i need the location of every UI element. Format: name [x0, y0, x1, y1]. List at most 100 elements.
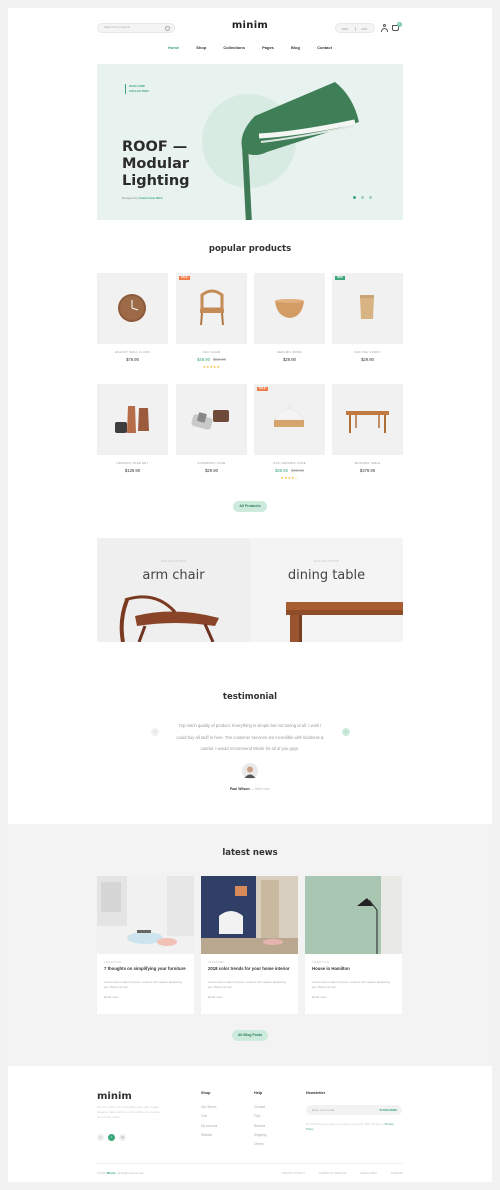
legal-link[interactable]: TERMS OF SERVICE — [319, 1171, 346, 1175]
footer-help-title: Help — [254, 1091, 263, 1095]
news-image[interactable] — [201, 876, 298, 954]
product-name[interactable]: WALNUT WALL CLOCK — [97, 350, 168, 354]
product-image[interactable] — [97, 273, 168, 344]
search-icon — [165, 26, 170, 31]
product-card[interactable]: SALE OAK CERAMIC CASE $39.90 $49.90 ★★★★… — [254, 384, 325, 480]
category-arm-chair[interactable]: COLLECTIONS arm chair — [97, 538, 250, 642]
language-currency-switch[interactable]: ENG USD — [335, 23, 375, 33]
news-card[interactable]: INTERIOR 2018 color trends for your home… — [201, 876, 298, 1014]
footer-newsletter-title: Newsletter — [306, 1091, 326, 1095]
all-products-button[interactable]: All Products — [233, 501, 267, 512]
currency-label[interactable]: USD — [361, 27, 367, 31]
news-card[interactable]: LIFESTYLE 7 thoughts on simplifying your… — [97, 876, 194, 1014]
hero-title: ROOF — Modular Lighting — [122, 139, 190, 189]
product-name[interactable]: SUPERMINI CASE — [176, 461, 247, 465]
search-input[interactable]: Search for products — [97, 23, 175, 33]
product-card[interactable]: CERAMIC BOWL $29.90 — [254, 273, 325, 362]
subscribe-button[interactable]: SUBSCRIBE — [379, 1108, 397, 1112]
news-tag[interactable]: LIFESTYLE — [312, 960, 329, 964]
facebook-icon[interactable]: f — [97, 1134, 104, 1141]
instagram-icon[interactable]: ig — [119, 1134, 126, 1141]
news-image[interactable] — [305, 876, 402, 954]
category-dining-table[interactable]: COLLECTIONS dining table — [250, 538, 403, 642]
price-value: $79.90 — [126, 357, 139, 362]
next-arrow-icon[interactable]: › — [342, 728, 350, 736]
product-name[interactable]: OAK CHAIR — [176, 350, 247, 354]
footer-link[interactable]: Wishlist — [201, 1131, 217, 1140]
twitter-icon[interactable]: t — [108, 1134, 115, 1141]
read-more-link[interactable]: Read more — [312, 995, 327, 999]
product-name[interactable]: OAK TEA CADDY — [332, 350, 403, 354]
prev-arrow-icon[interactable]: ‹ — [151, 728, 159, 736]
product-card[interactable]: WOODEN TABLE $379.90 — [332, 384, 403, 473]
product-name[interactable]: CERAMIC VASE SET — [97, 461, 168, 465]
legal-link[interactable]: PRIVACY POLICY — [282, 1171, 305, 1175]
news-title[interactable]: 2018 color trends for your home interior — [208, 966, 290, 972]
footer-link[interactable]: My account — [201, 1122, 217, 1131]
product-image[interactable] — [176, 384, 247, 455]
footer-link[interactable]: Shipping — [254, 1131, 266, 1140]
footer-link[interactable]: Contact — [254, 1103, 266, 1112]
interior-image — [201, 876, 298, 954]
site-logo[interactable]: minim — [208, 20, 292, 31]
author-role: Web user — [255, 787, 271, 791]
footer-link[interactable]: Returns — [254, 1122, 266, 1131]
nav-pages[interactable]: Pages — [262, 45, 274, 50]
hero-banner[interactable]: 2018 LAMP COLLECTION ROOF — Modular Ligh… — [97, 64, 403, 220]
rating-stars: ★★★★☆ — [280, 476, 299, 480]
designer-name[interactable]: Doinnstruz Wire — [140, 196, 163, 200]
product-card[interactable]: CERAMIC VASE SET $129.90 — [97, 384, 168, 473]
product-name[interactable]: WOODEN TABLE — [332, 461, 403, 465]
product-price: $29.90 — [332, 357, 403, 362]
news-title[interactable]: 7 thoughts on simplifying your furniture — [104, 966, 186, 972]
news-image[interactable] — [97, 876, 194, 954]
all-blog-posts-button[interactable]: All Blog Posts — [232, 1030, 268, 1041]
nav-home[interactable]: Home — [168, 45, 179, 50]
footer-link[interactable]: FAQ — [254, 1112, 266, 1121]
footer-link[interactable]: Orders — [254, 1140, 266, 1149]
page: Search for products minim ENG USD 0 Home… — [8, 8, 492, 1182]
product-name[interactable]: OAK CERAMIC CASE — [254, 461, 325, 465]
product-image[interactable]: SALE — [176, 273, 247, 344]
nav-blog[interactable]: Blog — [291, 45, 300, 50]
footer-link[interactable]: Our Stores — [201, 1103, 217, 1112]
tea-caddy-image — [360, 295, 374, 319]
category-name[interactable]: arm chair — [97, 568, 250, 583]
product-name[interactable]: CERAMIC BOWL — [254, 350, 325, 354]
copyright: ©2018 Minim. All Rights Reserved. — [97, 1171, 144, 1175]
slider-dot[interactable] — [361, 196, 364, 199]
nav-shop[interactable]: Shop — [196, 45, 206, 50]
legal-link[interactable]: LEGAL INFO — [360, 1171, 376, 1175]
product-card[interactable]: SUPERMINI CASE $29.90 — [176, 384, 247, 473]
read-more-link[interactable]: Read more — [208, 995, 223, 999]
product-image[interactable] — [254, 273, 325, 344]
product-image[interactable] — [97, 384, 168, 455]
footer-logo[interactable]: minim — [97, 1091, 132, 1102]
product-image[interactable]: NEW — [332, 273, 403, 344]
news-title[interactable]: House in Hamilton — [312, 966, 394, 972]
news-tag[interactable]: INTERIOR — [208, 960, 224, 964]
news-tag[interactable]: LIFESTYLE — [104, 960, 121, 964]
product-image[interactable] — [332, 384, 403, 455]
footer-link[interactable]: Cart — [201, 1112, 217, 1121]
divider — [355, 27, 356, 31]
product-image[interactable]: SALE — [254, 384, 325, 455]
slider-dot[interactable] — [369, 196, 372, 199]
news-card[interactable]: LIFESTYLE House in Hamilton Lorem ipsum … — [305, 876, 402, 1014]
nav-collections[interactable]: Collections — [223, 45, 245, 50]
legal-link[interactable]: SITEMAP — [391, 1171, 403, 1175]
product-card[interactable]: NEW OAK TEA CADDY $29.90 — [332, 273, 403, 362]
new-badge: NEW — [335, 276, 345, 280]
sale-badge: SALE — [179, 276, 190, 280]
slider-dot[interactable] — [353, 196, 356, 199]
newsletter-email-field[interactable]: Enter your email SUBSCRIBE — [306, 1105, 402, 1115]
product-card[interactable]: SALE OAK CHAIR $49.90 $59.90 ★★★★★ — [176, 273, 247, 369]
language-label[interactable]: ENG — [342, 27, 349, 31]
chair-image — [200, 289, 224, 326]
read-more-link[interactable]: Read more — [104, 995, 119, 999]
category-name[interactable]: dining table — [250, 568, 403, 583]
user-icon[interactable] — [381, 24, 388, 32]
nav-contact[interactable]: Contact — [317, 45, 332, 50]
product-card[interactable]: WALNUT WALL CLOCK $79.90 — [97, 273, 168, 362]
news-excerpt: Lorem ipsum dolor sit amet, consect etur… — [104, 980, 183, 989]
